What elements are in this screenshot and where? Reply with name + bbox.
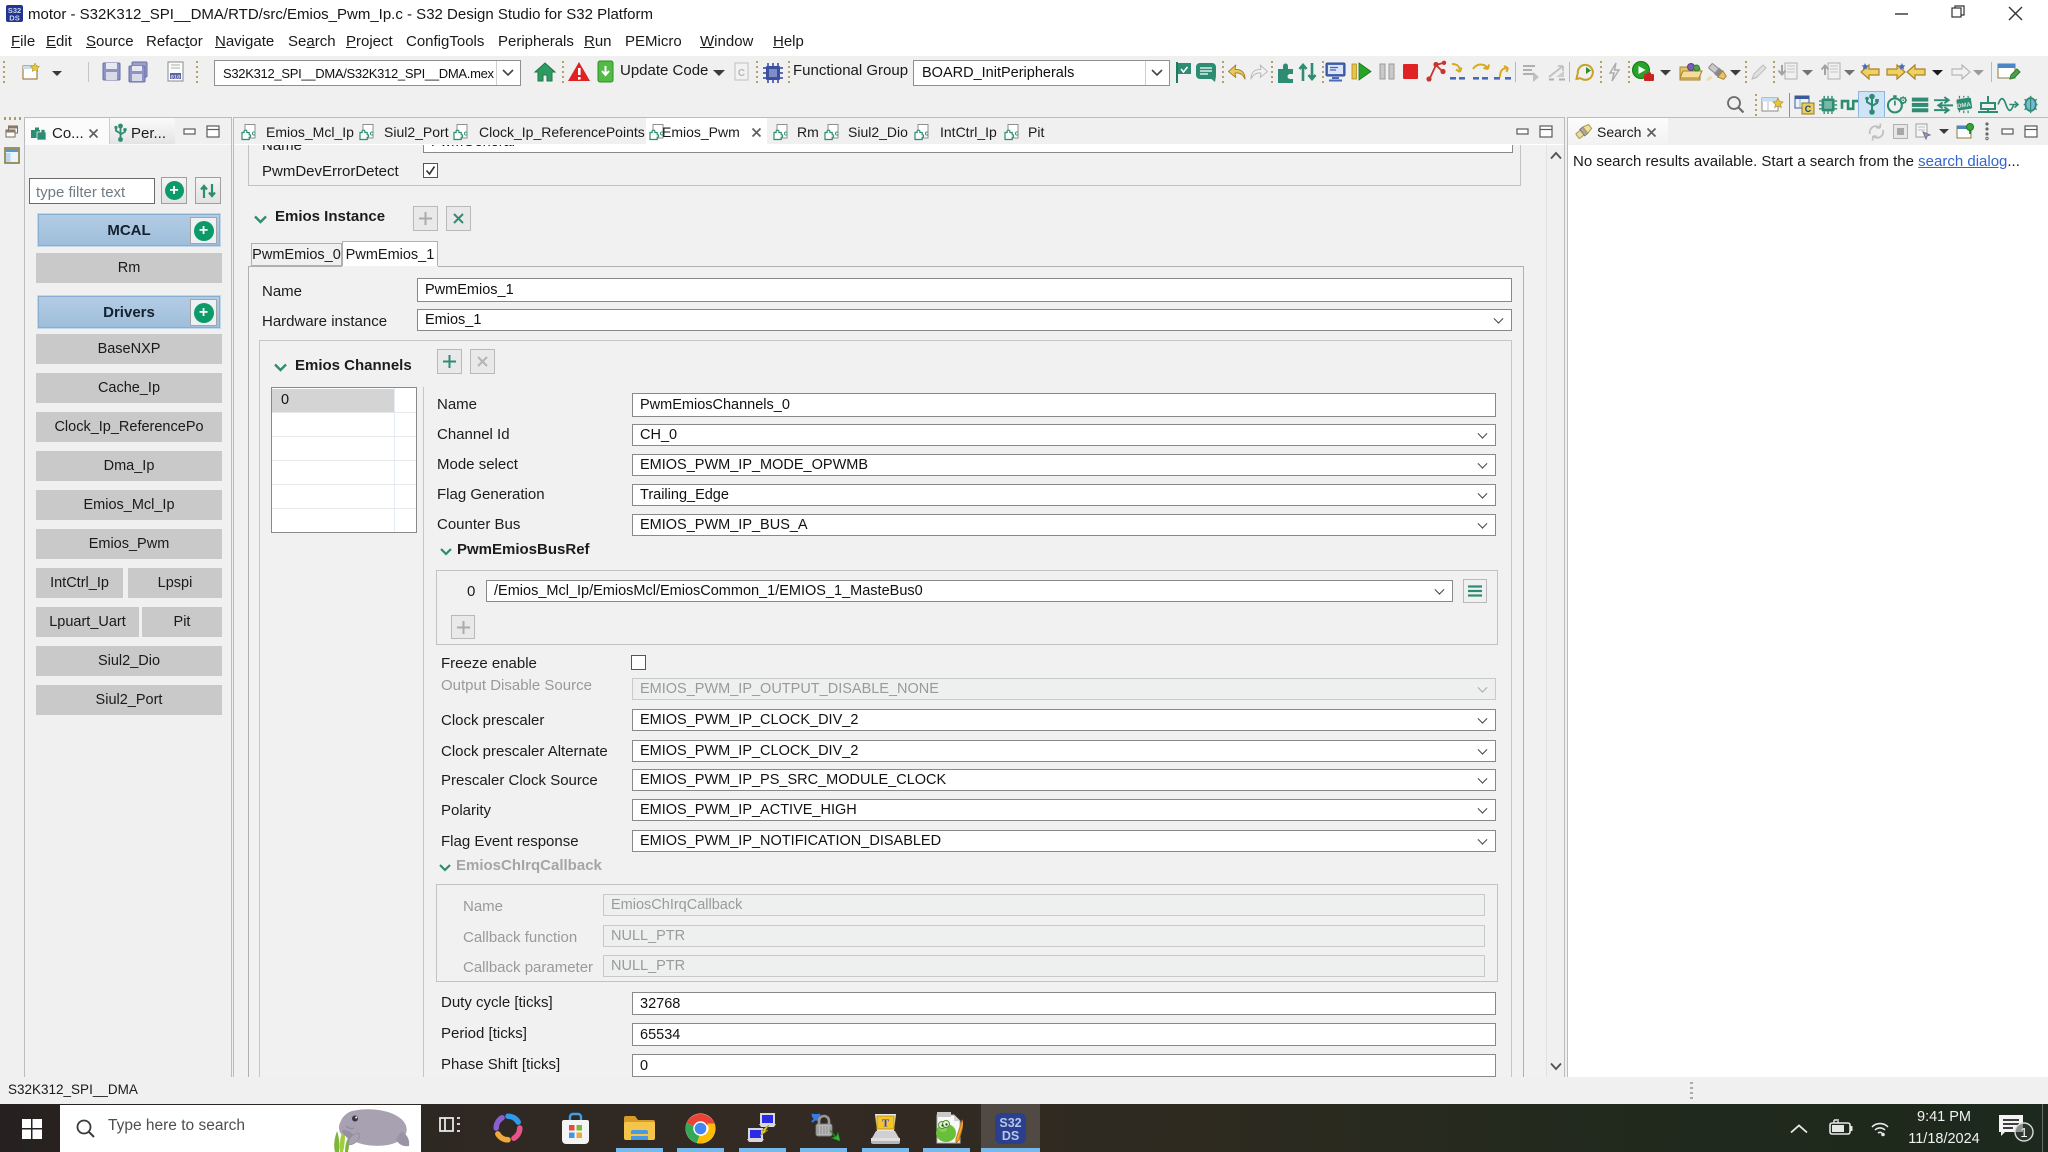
svg-text:c: c: [464, 131, 468, 138]
svg-text:c: c: [252, 131, 256, 138]
svg-text:DS: DS: [1002, 1129, 1019, 1143]
svg-text:c: c: [835, 131, 839, 138]
svg-text:T: T: [882, 1118, 890, 1130]
svg-text:1: 1: [2020, 1125, 2027, 1140]
svg-text:c: c: [1015, 131, 1019, 138]
svg-text:C: C: [738, 68, 745, 79]
svg-text:c: c: [925, 131, 929, 138]
svg-text:010: 010: [171, 73, 181, 80]
svg-text:DS: DS: [9, 14, 19, 23]
svg-text:S32: S32: [999, 1116, 1021, 1130]
svg-text:C: C: [1805, 104, 1812, 114]
svg-text:c: c: [784, 131, 788, 138]
svg-text:c: c: [370, 131, 374, 138]
